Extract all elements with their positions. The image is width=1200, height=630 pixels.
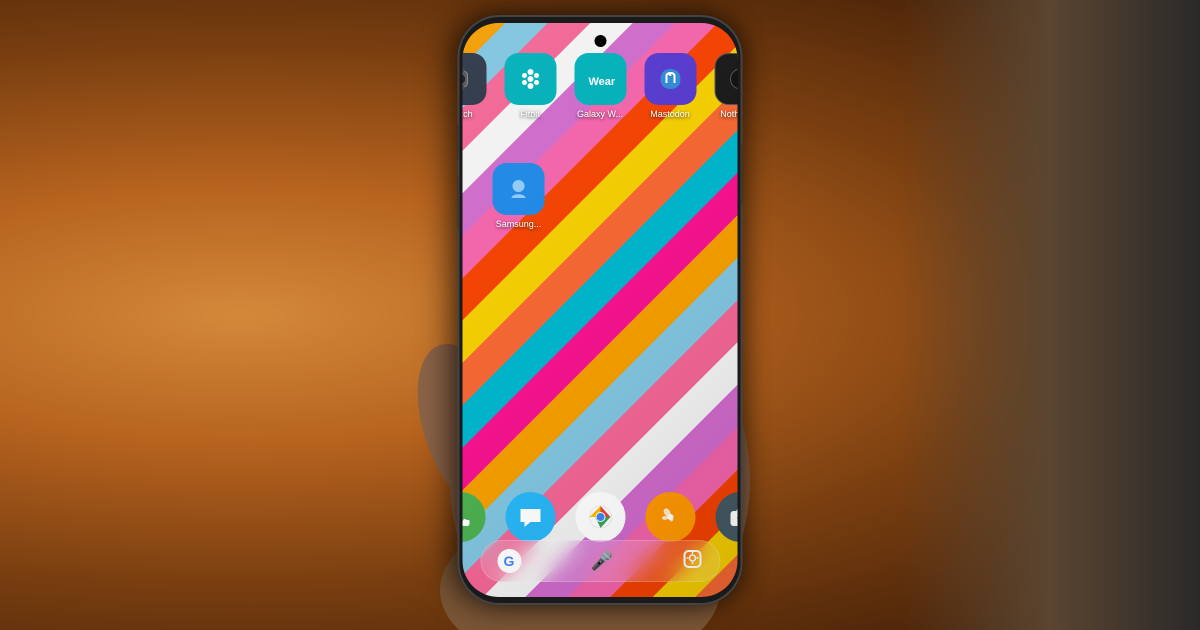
- app-galaxyw[interactable]: Wear Galaxy W...: [574, 53, 626, 119]
- google-logo: G: [497, 549, 521, 573]
- phone-searchbar[interactable]: G 🎤: [480, 540, 720, 582]
- app-row-top: Watch: [463, 53, 738, 119]
- app-samsung[interactable]: Samsung...: [493, 163, 545, 229]
- power-button: [742, 145, 743, 205]
- dock-camera[interactable]: [715, 492, 738, 542]
- svg-text:Wear: Wear: [588, 76, 615, 88]
- app-fitbit[interactable]: Fitbit: [504, 53, 556, 119]
- app-galaxyw-icon: Wear: [574, 53, 626, 105]
- app-mastodon[interactable]: Mastodon: [644, 53, 696, 119]
- app-watch-label: Watch: [463, 109, 473, 119]
- search-mic-icon: 🎤: [591, 551, 613, 572]
- dock-phone[interactable]: [463, 492, 486, 542]
- app-nothingx-icon: [714, 53, 738, 105]
- bg-right: [900, 0, 1200, 630]
- app-mastodon-label: Mastodon: [650, 109, 690, 119]
- dock-chrome[interactable]: [575, 492, 625, 542]
- app-mastodon-icon: [644, 53, 696, 105]
- app-samsung-icon: [493, 163, 545, 215]
- app-fitbit-label: Fitbit: [520, 109, 540, 119]
- phone-wrapper: Watch: [458, 15, 743, 605]
- phone-screen: Watch: [463, 23, 738, 597]
- volume-up-button: [458, 125, 459, 160]
- app-row-second: Samsung...: [493, 163, 545, 229]
- phone-dock: [463, 492, 738, 542]
- volume-down-button: [458, 175, 459, 230]
- scene: Watch: [0, 0, 1200, 630]
- app-nothingx[interactable]: Nothing X: [714, 53, 738, 119]
- app-watch[interactable]: Watch: [463, 53, 487, 119]
- app-samsung-label: Samsung...: [496, 219, 542, 229]
- search-lens-icon: [683, 549, 703, 574]
- app-nothingx-label: Nothing X: [720, 109, 737, 119]
- phone: Watch: [458, 15, 743, 605]
- app-watch-icon: [463, 53, 487, 105]
- dock-messages[interactable]: [505, 492, 555, 542]
- app-galaxyw-label: Galaxy W...: [577, 109, 623, 119]
- app-fitbit-icon: [504, 53, 556, 105]
- camera-punch-hole: [594, 35, 606, 47]
- dock-pinwheel[interactable]: [645, 492, 695, 542]
